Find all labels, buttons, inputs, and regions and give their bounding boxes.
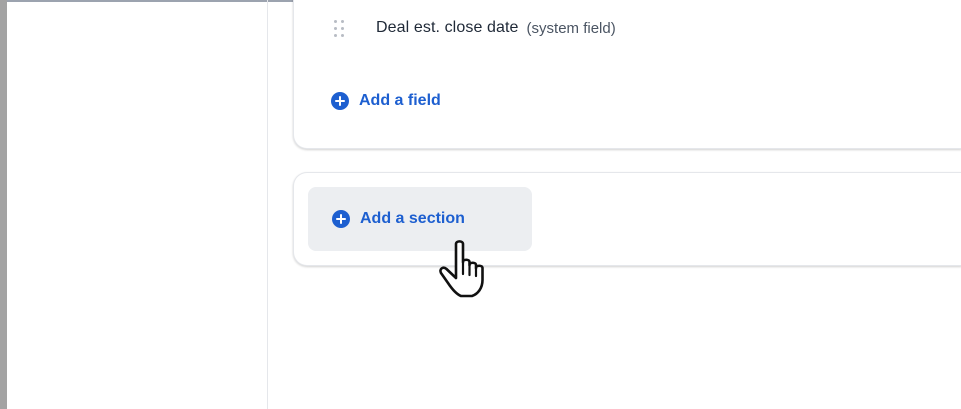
drag-handle-icon[interactable] [334,18,344,38]
field-note: (system field) [526,19,616,37]
window-left-border [0,0,7,409]
sidebar-divider [267,0,268,409]
plus-circle-icon [332,210,350,228]
plus-circle-icon [331,92,349,110]
fields-card: Deal est. close date (system field) Add … [293,0,961,149]
add-section-card: Add a section [293,172,961,266]
add-field-button[interactable]: Add a field [331,92,441,110]
add-section-button[interactable]: Add a section [308,187,532,251]
field-name: Deal est. close date [376,19,519,36]
hand-pointer-cursor-icon [439,240,484,298]
add-section-label: Add a section [360,210,465,227]
add-field-label: Add a field [359,92,441,109]
field-row[interactable]: Deal est. close date (system field) [334,18,616,38]
